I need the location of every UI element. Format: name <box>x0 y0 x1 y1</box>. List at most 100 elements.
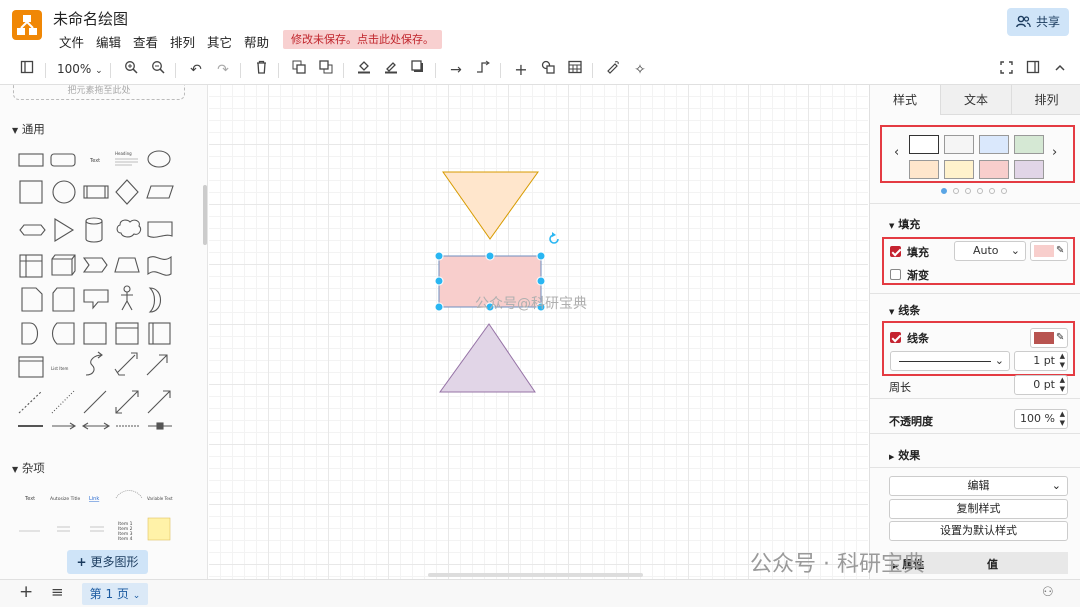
line-checkbox[interactable] <box>890 332 901 343</box>
diagram-canvas[interactable] <box>209 85 868 579</box>
sidebar-scrollbar[interactable] <box>203 185 207 245</box>
page-dot[interactable] <box>1001 188 1007 194</box>
shape-palette-general[interactable]: Text Heading List Item <box>10 143 200 433</box>
triangle-right-icon: ▶ <box>889 453 895 461</box>
svg-text:Text: Text <box>24 496 35 502</box>
fill-color-button[interactable]: ✎ <box>1030 241 1068 261</box>
github-icon[interactable]: ⚇ <box>1042 585 1054 600</box>
line-color-icon[interactable] <box>380 60 402 80</box>
style-swatch[interactable] <box>1014 160 1044 179</box>
set-default-style-button[interactable]: 设置为默认样式 <box>889 521 1068 541</box>
page-dot[interactable] <box>965 188 971 194</box>
to-back-icon[interactable] <box>315 60 337 80</box>
delete-icon[interactable] <box>250 60 272 80</box>
line-width-input[interactable]: 1 pt ▲ ▼ <box>1014 351 1068 371</box>
shapes-icon[interactable] <box>537 60 559 80</box>
section-effects[interactable]: ▶ 效果 <box>889 447 920 463</box>
fullscreen-icon[interactable] <box>995 60 1017 80</box>
gradient-checkbox[interactable] <box>890 269 901 280</box>
svg-text:List Item: List Item <box>51 366 68 371</box>
diagram-title[interactable]: 未命名绘图 <box>53 8 128 29</box>
style-swatch[interactable] <box>909 135 939 154</box>
chevron-down-icon: ⌄ <box>132 591 141 601</box>
style-swatch[interactable] <box>944 160 974 179</box>
page-dot[interactable] <box>953 188 959 194</box>
fill-checkbox[interactable] <box>890 246 901 257</box>
svg-text:Item 4: Item 4 <box>118 536 133 542</box>
waypoints-icon[interactable] <box>472 60 494 80</box>
toggle-sidebar-icon[interactable] <box>16 60 38 80</box>
drawio-logo-icon[interactable] <box>12 10 42 40</box>
unsaved-notice[interactable]: 修改未保存。点击此处保存。 <box>283 30 442 49</box>
style-swatch[interactable] <box>1014 135 1044 154</box>
line-color-button[interactable]: ✎ <box>1030 328 1068 348</box>
scratchpad-dropzone[interactable]: 把元素拖至此处 <box>13 85 185 100</box>
menu-extras[interactable]: 其它 <box>207 32 232 51</box>
perimeter-input[interactable]: 0 pt ▲ ▼ <box>1014 375 1068 395</box>
divider <box>870 467 1080 468</box>
gradient-label: 渐变 <box>907 269 929 282</box>
style-swatch[interactable] <box>909 160 939 179</box>
magic-icon[interactable]: ✧ <box>629 60 651 80</box>
fill-type-select[interactable]: Auto ⌄ <box>954 241 1026 261</box>
insert-icon[interactable]: + <box>510 60 532 80</box>
line-pattern-select[interactable]: ⌄ <box>890 351 1010 371</box>
rotate-handle-icon[interactable] <box>549 232 559 244</box>
menu-arrange[interactable]: 排列 <box>170 32 195 51</box>
stepper-icon[interactable]: ▲ ▼ <box>1060 376 1065 394</box>
fill-label: 填充 <box>907 246 929 259</box>
tab-text[interactable]: 文本 <box>940 85 1011 115</box>
more-shapes-button[interactable]: + 更多图形 <box>67 550 148 574</box>
chevron-left-icon[interactable]: ‹ <box>894 145 899 160</box>
triangle-down-icon: ▼ <box>889 222 895 230</box>
section-general[interactable]: ▼ 通用 <box>12 121 45 137</box>
menu-edit[interactable]: 编辑 <box>96 32 121 51</box>
triangle-up-shape[interactable] <box>439 323 536 393</box>
undo-icon[interactable]: ↶ <box>185 60 207 80</box>
canvas-hscrollbar[interactable] <box>428 573 643 577</box>
chevron-right-icon[interactable]: › <box>1052 145 1057 160</box>
connector-palette[interactable] <box>10 418 200 438</box>
tab-style[interactable]: 样式 <box>870 85 940 115</box>
zoom-out-icon[interactable] <box>147 60 169 80</box>
toggle-format-panel-icon[interactable] <box>1022 60 1044 80</box>
share-button[interactable]: 共享 <box>1007 8 1069 36</box>
triangle-down-shape[interactable] <box>442 171 539 240</box>
section-line[interactable]: ▼ 线条 <box>889 302 920 318</box>
add-page-icon[interactable]: + <box>19 582 33 602</box>
fill-color-swatch <box>1034 245 1054 257</box>
menu-help[interactable]: 帮助 <box>244 32 269 51</box>
section-fill[interactable]: ▼ 填充 <box>889 216 920 232</box>
page-dot[interactable] <box>977 188 983 194</box>
shadow-icon[interactable] <box>407 60 429 80</box>
menu-view[interactable]: 查看 <box>133 32 158 51</box>
freehand-icon[interactable] <box>602 60 624 80</box>
page-dot-active[interactable] <box>941 188 947 194</box>
pages-menu-icon[interactable]: ≡ <box>51 583 64 601</box>
menu-file[interactable]: 文件 <box>59 32 84 51</box>
connection-arrow-icon[interactable]: → <box>445 60 467 80</box>
shape-palette-misc[interactable]: Text Autosize Title Link Variable Text I… <box>10 485 200 550</box>
style-swatch[interactable] <box>944 135 974 154</box>
edit-button[interactable]: 编辑 ⌄ <box>889 476 1068 496</box>
style-swatch[interactable] <box>979 160 1009 179</box>
page-dot[interactable] <box>989 188 995 194</box>
redo-icon[interactable]: ↷ <box>212 60 234 80</box>
zoom-in-icon[interactable] <box>120 60 142 80</box>
copy-style-button[interactable]: 复制样式 <box>889 499 1068 519</box>
zoom-value: 100% <box>57 62 92 76</box>
to-front-icon[interactable] <box>288 60 310 80</box>
stepper-icon[interactable]: ▲ ▼ <box>1060 352 1065 370</box>
tab-arrange[interactable]: 排列 <box>1011 85 1080 115</box>
section-misc[interactable]: ▼ 杂项 <box>12 460 45 476</box>
fill-color-icon[interactable] <box>353 60 375 80</box>
style-swatch[interactable] <box>979 135 1009 154</box>
stepper-icon[interactable]: ▲ ▼ <box>1060 410 1065 428</box>
page-tab[interactable]: 第 1 页 ⌄ <box>82 583 148 605</box>
svg-text:Autosize Title: Autosize Title <box>50 496 80 502</box>
table-icon[interactable] <box>564 60 586 80</box>
share-label: 共享 <box>1035 15 1060 29</box>
opacity-input[interactable]: 100 % ▲ ▼ <box>1014 409 1068 429</box>
zoom-select[interactable]: 100% ⌄ <box>57 62 103 76</box>
collapse-icon[interactable] <box>1049 60 1071 80</box>
